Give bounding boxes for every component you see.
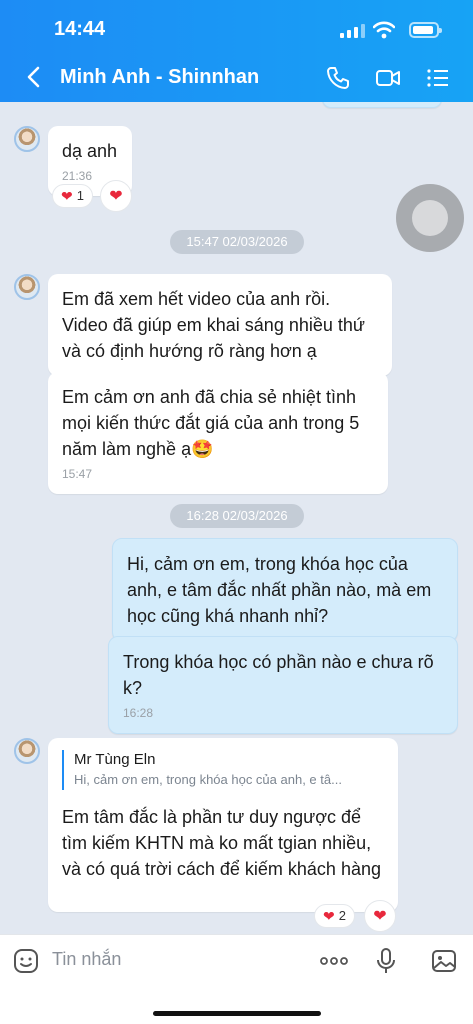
- message-text: Hi, cảm ơn em, trong khóa học của anh, e…: [127, 554, 432, 626]
- quoted-text: Hi, cảm ơn em, trong khóa học của anh, e…: [74, 772, 342, 787]
- react-button[interactable]: ❤: [100, 180, 132, 212]
- wifi-icon: [373, 21, 395, 39]
- chat-header: 14:44 Minh Anh - Shinnhan: [0, 0, 473, 102]
- heart-icon: ❤: [61, 188, 73, 204]
- react-button[interactable]: ❤: [364, 900, 396, 932]
- reaction-summary[interactable]: ❤ 2: [314, 904, 355, 928]
- avatar[interactable]: [14, 738, 40, 764]
- quoted-sender: Mr Tùng Eln: [74, 751, 156, 768]
- video-icon[interactable]: [374, 64, 402, 92]
- message-bubble-partial: [322, 102, 442, 108]
- message-text: Em cảm ơn anh đã chia sẻ nhiệt tình mọi …: [62, 387, 360, 459]
- message-bubble-sent[interactable]: Hi, cảm ơn em, trong khóa học của anh, e…: [112, 538, 458, 642]
- message-time: 15:47: [62, 467, 93, 481]
- message-bubble[interactable]: Em cảm ơn anh đã chia sẻ nhiệt tình mọi …: [48, 372, 388, 494]
- heart-icon: ❤: [109, 188, 123, 205]
- message-time: 16:28: [123, 706, 154, 720]
- signal-icon: [340, 24, 365, 38]
- reaction-count: 1: [76, 188, 84, 203]
- date-separator: 15:47 02/03/2026: [170, 230, 304, 254]
- heart-icon: ❤: [373, 908, 387, 925]
- floating-button[interactable]: [396, 184, 464, 252]
- message-bubble[interactable]: Mr Tùng Eln Hi, cảm ơn em, trong khóa họ…: [48, 738, 398, 912]
- phone-icon[interactable]: [324, 64, 352, 92]
- image-icon[interactable]: [430, 947, 458, 975]
- nav-bar: Minh Anh - Shinnhan: [0, 60, 473, 96]
- status-bar: 14:44: [0, 14, 473, 44]
- menu-icon[interactable]: [424, 64, 452, 92]
- battery-icon: [409, 22, 442, 38]
- quoted-message[interactable]: Mr Tùng Eln Hi, cảm ơn em, trong khóa họ…: [62, 750, 384, 790]
- date-separator: 16:28 02/03/2026: [170, 504, 304, 528]
- reaction-summary[interactable]: ❤ 1: [52, 184, 93, 208]
- more-icon[interactable]: [318, 947, 350, 975]
- message-text: Em tâm đắc là phần tư duy ngược để tìm k…: [62, 807, 381, 879]
- message-bubble[interactable]: Em đã xem hết video của anh rồi. Video đ…: [48, 274, 392, 376]
- message-text: dạ anh: [62, 141, 118, 161]
- message-list[interactable]: dạ anh 21:36 ❤ 1 ❤ 15:47 02/03/2026 Em đ…: [0, 102, 473, 934]
- message-text: Em đã xem hết video của anh rồi. Video đ…: [62, 289, 365, 361]
- message-input[interactable]: Tin nhắn: [52, 949, 121, 970]
- back-icon[interactable]: [20, 62, 50, 92]
- message-bubble-sent[interactable]: Trong khóa học có phần nào e chưa rõ k? …: [108, 636, 458, 734]
- message-input-bar: Tin nhắn: [0, 934, 473, 1024]
- reaction-count: 2: [338, 908, 346, 923]
- message-text: Trong khóa học có phần nào e chưa rõ k?: [123, 652, 434, 698]
- microphone-icon[interactable]: [372, 947, 400, 975]
- home-indicator: [153, 1011, 321, 1016]
- avatar[interactable]: [14, 126, 40, 152]
- avatar[interactable]: [14, 274, 40, 300]
- status-time: 14:44: [54, 18, 106, 40]
- heart-icon: ❤: [323, 908, 335, 924]
- sticker-icon[interactable]: [12, 947, 40, 975]
- star-struck-emoji: 🤩: [191, 439, 214, 459]
- chat-title[interactable]: Minh Anh - Shinnhan: [60, 66, 259, 89]
